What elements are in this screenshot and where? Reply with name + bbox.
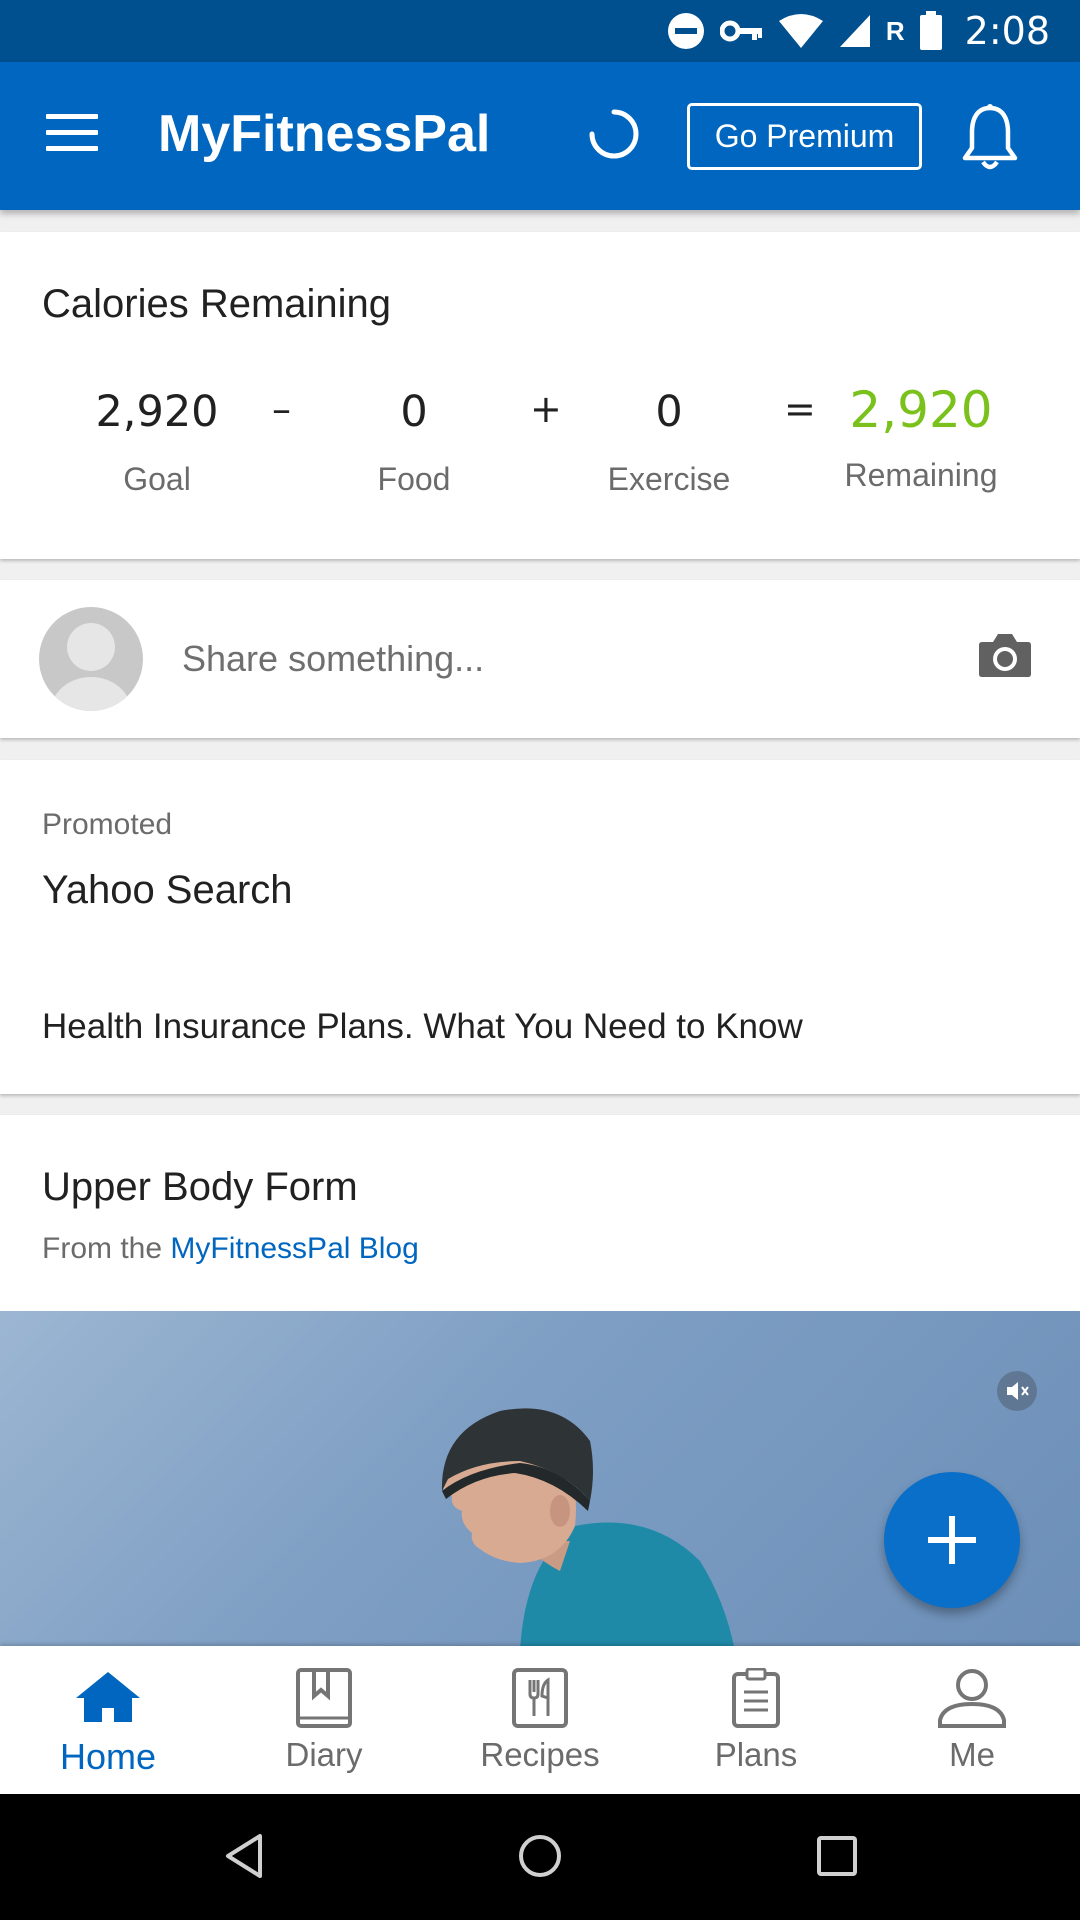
mute-icon[interactable]	[997, 1371, 1037, 1411]
app-title: MyFitnessPal	[158, 105, 491, 163]
remaining-label: Remaining	[844, 457, 998, 493]
blog-source-prefix: From the	[42, 1232, 163, 1265]
menu-icon[interactable]	[40, 106, 104, 166]
back-icon[interactable]	[220, 1831, 270, 1881]
nav-diary[interactable]: Diary	[216, 1646, 432, 1794]
do-not-disturb-icon	[667, 13, 704, 49]
loading-spinner-icon	[589, 109, 639, 159]
nav-recipes-label: Recipes	[480, 1736, 600, 1773]
vpn-key-icon	[719, 20, 762, 42]
blog-source: From the MyFitnessPal Blog	[42, 1232, 419, 1266]
bottom-nav: Home Diary Recipes Plans Me	[0, 1646, 1080, 1794]
share-card: Share something...	[0, 580, 1080, 738]
nav-me[interactable]: Me	[864, 1646, 1080, 1794]
remaining-column: 2,920 Remaining	[821, 381, 1021, 494]
home-icon	[76, 1672, 140, 1722]
app-bar: MyFitnessPal Go Premium	[0, 62, 1080, 210]
promoted-text[interactable]: Health Insurance Plans. What You Need to…	[42, 1007, 803, 1047]
blog-title[interactable]: Upper Body Form	[42, 1165, 358, 1210]
exercise-label: Exercise	[607, 461, 731, 497]
calories-card[interactable]: Calories Remaining 2,920 Goal – 0 Food +…	[0, 232, 1080, 559]
avatar-placeholder-icon[interactable]	[39, 607, 143, 711]
calories-equation: 2,920 Goal – 0 Food + 0 Exercise = 2,920…	[0, 381, 1080, 507]
promoted-label: Promoted	[42, 808, 173, 841]
diary-icon	[296, 1668, 352, 1728]
food-value: 0	[400, 387, 428, 437]
promoted-card[interactable]: Promoted Yahoo Search Health Insurance P…	[0, 760, 1080, 1094]
plans-icon	[732, 1668, 780, 1728]
nav-recipes[interactable]: Recipes	[432, 1646, 648, 1794]
status-bar: R 2:08	[0, 0, 1080, 62]
wifi-icon	[778, 14, 823, 48]
nav-plans-label: Plans	[714, 1736, 798, 1773]
person-icon	[938, 1669, 1006, 1728]
recents-icon[interactable]	[812, 1831, 862, 1881]
goal-column: 2,920 Goal	[57, 387, 257, 498]
nav-diary-label: Diary	[285, 1736, 363, 1773]
battery-icon	[919, 11, 942, 50]
food-label: Food	[377, 461, 451, 497]
food-column: 0 Food	[314, 387, 514, 498]
add-fab-button[interactable]	[884, 1472, 1020, 1608]
exercise-value: 0	[655, 387, 683, 437]
nav-home-label: Home	[59, 1736, 157, 1777]
remaining-value: 2,920	[849, 381, 993, 439]
system-nav-bar	[0, 1794, 1080, 1920]
bell-icon[interactable]	[960, 102, 1020, 174]
nav-home[interactable]: Home	[0, 1646, 216, 1794]
nav-me-label: Me	[949, 1736, 995, 1773]
go-premium-button[interactable]: Go Premium	[687, 103, 922, 170]
goal-value: 2,920	[95, 387, 219, 437]
goal-label: Goal	[123, 461, 191, 497]
signal-icon	[839, 15, 870, 47]
roaming-indicator: R	[885, 15, 905, 46]
plus-operator: +	[530, 387, 562, 431]
share-input[interactable]: Share something...	[182, 580, 484, 738]
promoted-title[interactable]: Yahoo Search	[42, 868, 293, 913]
camera-icon[interactable]	[978, 632, 1032, 678]
home-circle-icon[interactable]	[515, 1831, 565, 1881]
blog-source-link[interactable]: MyFitnessPal Blog	[170, 1232, 418, 1265]
equals-operator: =	[784, 387, 816, 431]
nav-plans[interactable]: Plans	[648, 1646, 864, 1794]
exercise-column: 0 Exercise	[569, 387, 769, 498]
calories-title: Calories Remaining	[42, 282, 392, 326]
status-time: 2:08	[964, 9, 1050, 53]
minus-operator: –	[272, 387, 291, 431]
recipes-icon	[512, 1668, 568, 1728]
